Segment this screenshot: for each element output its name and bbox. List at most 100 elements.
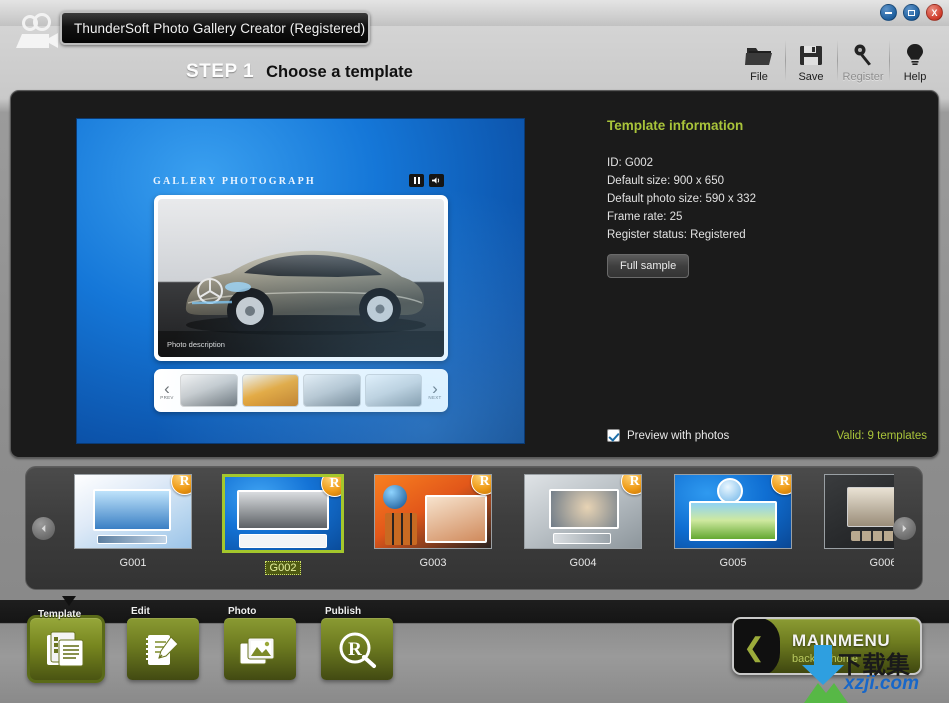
preview-thumb-2[interactable] [242,374,300,407]
template-preview[interactable]: GALLERY PHOTOGRAPH [76,118,525,444]
key-icon [850,38,876,68]
template-label: G004 [570,557,597,569]
template-item-g004[interactable]: R G004 [508,474,658,575]
close-button[interactable]: X [926,4,943,21]
info-row-register: Register status: Registered [607,229,927,241]
photos-icon [237,633,283,674]
info-row-id: ID: G002 [607,157,927,169]
toolbar: File Save Register [733,36,941,85]
info-row-photosize: Default photo size: 590 x 332 [607,193,927,205]
preview-thumb-4[interactable] [365,374,423,407]
checkbox-checked-icon[interactable] [607,429,620,442]
maximize-button[interactable] [903,4,920,21]
registered-badge: R [621,474,642,495]
minimize-button[interactable] [880,4,897,21]
register-label: Register [843,71,884,83]
preview-with-photos-checkbox[interactable]: Preview with photos [607,429,729,442]
template-thumbnail: R [674,474,792,549]
mainmenu-text: MAINMENU back to home [792,631,890,665]
chevron-left-icon: ‹ [164,382,170,395]
valid-templates-label: Valid: 9 templates [836,430,927,442]
preview-thumb-3[interactable] [303,374,361,407]
template-label: G002 [265,561,302,575]
strip-scroll-left-button[interactable] [32,517,55,540]
register-button[interactable]: Register [837,36,889,85]
template-thumbnail: R [74,474,192,549]
info-row-framerate: Frame rate: 25 [607,211,927,223]
template-item-g002[interactable]: R G002 [208,474,358,575]
template-label: G005 [720,557,747,569]
prev-photo-button[interactable]: ‹ PREV [158,382,176,400]
preview-photo: Photo description [158,199,444,357]
next-photo-button[interactable]: › NEXT [426,382,444,400]
template-thumbnail: R [222,474,344,553]
template-label: G006 [870,557,894,569]
template-information-rows: ID: G002 Default size: 900 x 650 Default… [607,157,927,278]
template-thumbnail: R [524,474,642,549]
app-title: ThunderSoft Photo Gallery Creator (Regis… [60,11,370,45]
template-information-panel: Template information ID: G002 Default si… [607,118,927,444]
tab-template-box [27,615,105,683]
page-title: Choose a template [266,63,413,82]
registered-badge: R [171,474,192,495]
tab-template[interactable]: Template [30,618,102,683]
notebook-pencil-icon [141,631,185,674]
registered-badge: R [771,474,792,495]
mainmenu-title: MAINMENU [792,631,890,651]
template-strip: R G001 R G002 R G003 [25,466,923,590]
template-thumbnail [824,474,894,549]
pause-icon[interactable] [409,174,424,187]
tab-photo-box [224,618,296,680]
step-heading: STEP 1 Choose a template [186,61,413,83]
tab-edit-label: Edit [131,606,150,617]
tab-photo[interactable]: Photo [224,618,296,683]
template-item-g005[interactable]: R G005 [658,474,808,575]
tab-publish-box: R [321,618,393,680]
gallery-title: GALLERY PHOTOGRAPH [153,176,316,187]
strip-scroll-right-button[interactable] [893,517,916,540]
floppy-disk-icon [797,38,825,68]
lightbulb-icon [903,38,927,68]
folder-icon [744,38,774,68]
tab-publish[interactable]: Publish R [321,618,393,683]
tab-publish-label: Publish [325,606,361,617]
template-item-g003[interactable]: R G003 [358,474,508,575]
template-label: G001 [120,557,147,569]
save-label: Save [798,71,823,83]
svg-text:R: R [348,639,362,660]
app-header: ThunderSoft Photo Gallery Creator (Regis… [0,26,949,88]
window-controls: X [880,4,943,21]
chevron-left-icon [39,524,48,533]
prev-label: PREV [160,395,173,400]
file-label: File [750,71,768,83]
template-item-g001[interactable]: R G001 [58,474,208,575]
sound-icon[interactable] [429,174,444,187]
step-tabs: Template Edit [30,618,393,683]
template-strip-row: R G001 R G002 R G003 [58,474,894,575]
chevron-left-icon: ❮ [732,618,780,675]
tab-edit[interactable]: Edit [127,618,199,683]
file-button[interactable]: File [733,36,785,85]
tab-photo-label: Photo [228,606,256,617]
help-button[interactable]: Help [889,36,941,85]
main-panel: GALLERY PHOTOGRAPH [10,90,939,458]
template-item-g006[interactable]: G006 [808,474,894,575]
mainmenu-button[interactable]: ❮ MAINMENU back to home [732,617,922,675]
playback-controls [409,174,444,187]
save-button[interactable]: Save [785,36,837,85]
tab-template-label: Template [38,609,81,620]
documents-icon [43,629,89,674]
mainmenu-subtitle: back to home [792,653,890,665]
preview-thumb-1[interactable] [180,374,238,407]
template-information-title: Template information [607,118,927,133]
full-sample-button[interactable]: Full sample [607,254,689,278]
chevron-right-icon: › [432,382,438,395]
movie-camera-icon [12,12,64,56]
chevron-right-icon [900,524,909,533]
registered-badge: R [471,474,492,495]
template-thumbnail: R [374,474,492,549]
next-label: NEXT [428,395,441,400]
photo-caption: Photo description [158,331,444,357]
info-row-size: Default size: 900 x 650 [607,175,927,187]
template-information-footer: Preview with photos Valid: 9 templates [607,429,927,442]
